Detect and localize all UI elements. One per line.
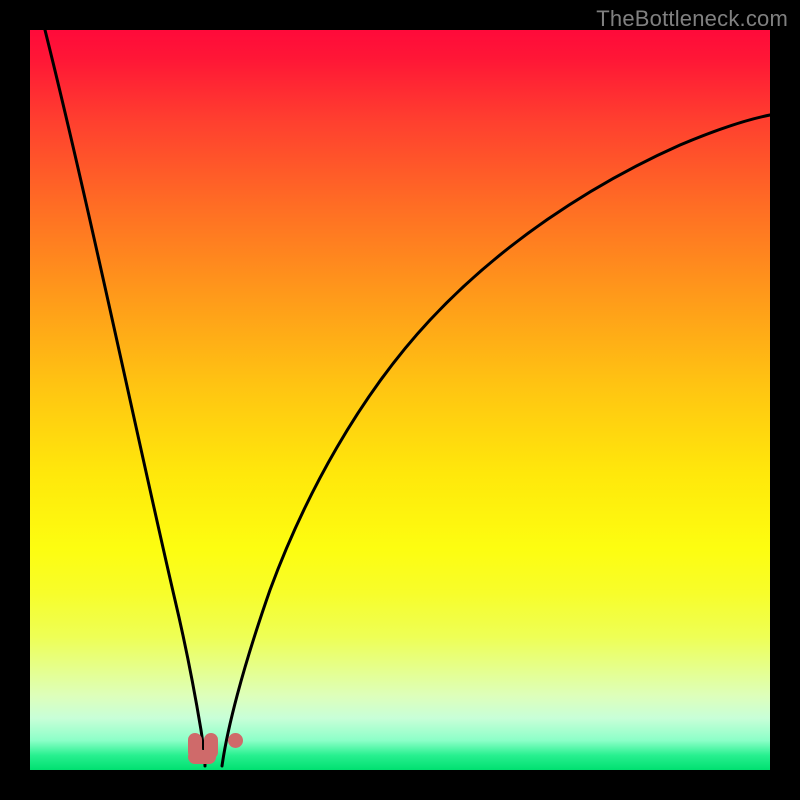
right-curve — [222, 115, 770, 766]
watermark-text: TheBottleneck.com — [596, 6, 788, 32]
chart-frame — [30, 30, 770, 770]
dot-marker — [228, 733, 243, 748]
u-marker-right-stroke — [204, 733, 218, 759]
curve-layer — [30, 30, 770, 770]
left-curve — [45, 30, 205, 766]
